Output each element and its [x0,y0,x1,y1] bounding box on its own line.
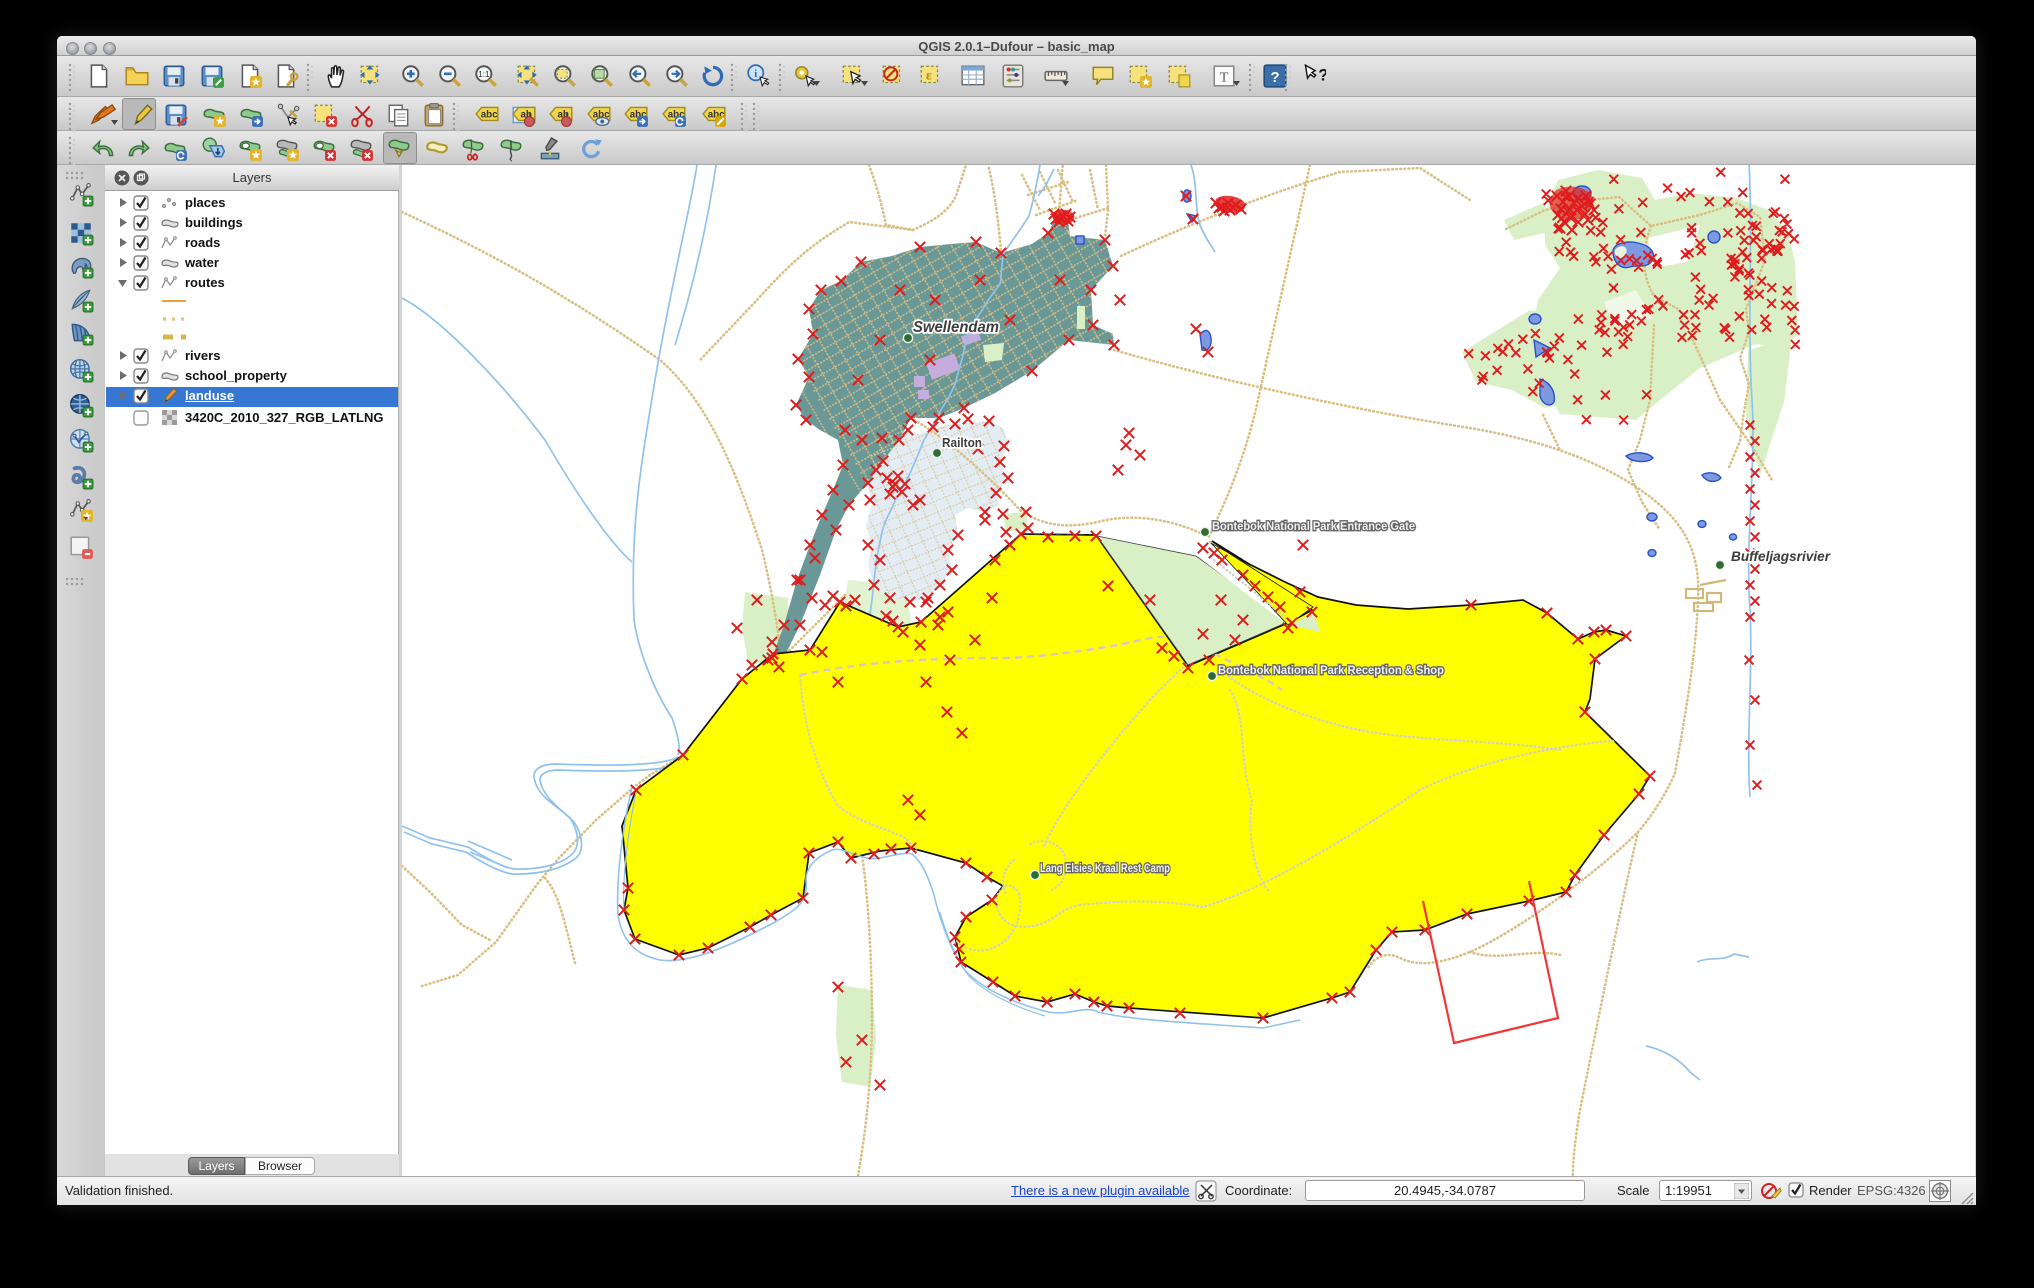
svg-text:Railton: Railton [942,435,982,450]
svg-text:Bontebok National Park Entranc: Bontebok National Park Entrance Gate [1212,519,1415,533]
svg-text:Lang Elsies Kraal Rest Camp: Lang Elsies Kraal Rest Camp [1040,861,1170,875]
svg-text:?: ? [1318,66,1326,84]
svg-text:Bontebok National Park Recepti: Bontebok National Park Reception & Shop [1218,663,1444,677]
svg-text:abc: abc [481,110,498,121]
svg-text:Swellendam: Swellendam [913,319,999,336]
svg-text:T: T [1220,69,1229,85]
svg-text:ε: ε [926,67,932,83]
svg-text:?: ? [1270,69,1279,86]
svg-text:Buffeljagsrivier: Buffeljagsrivier [1731,548,1832,564]
svg-text:i: i [754,68,757,80]
svg-text:1:1: 1:1 [478,70,490,79]
